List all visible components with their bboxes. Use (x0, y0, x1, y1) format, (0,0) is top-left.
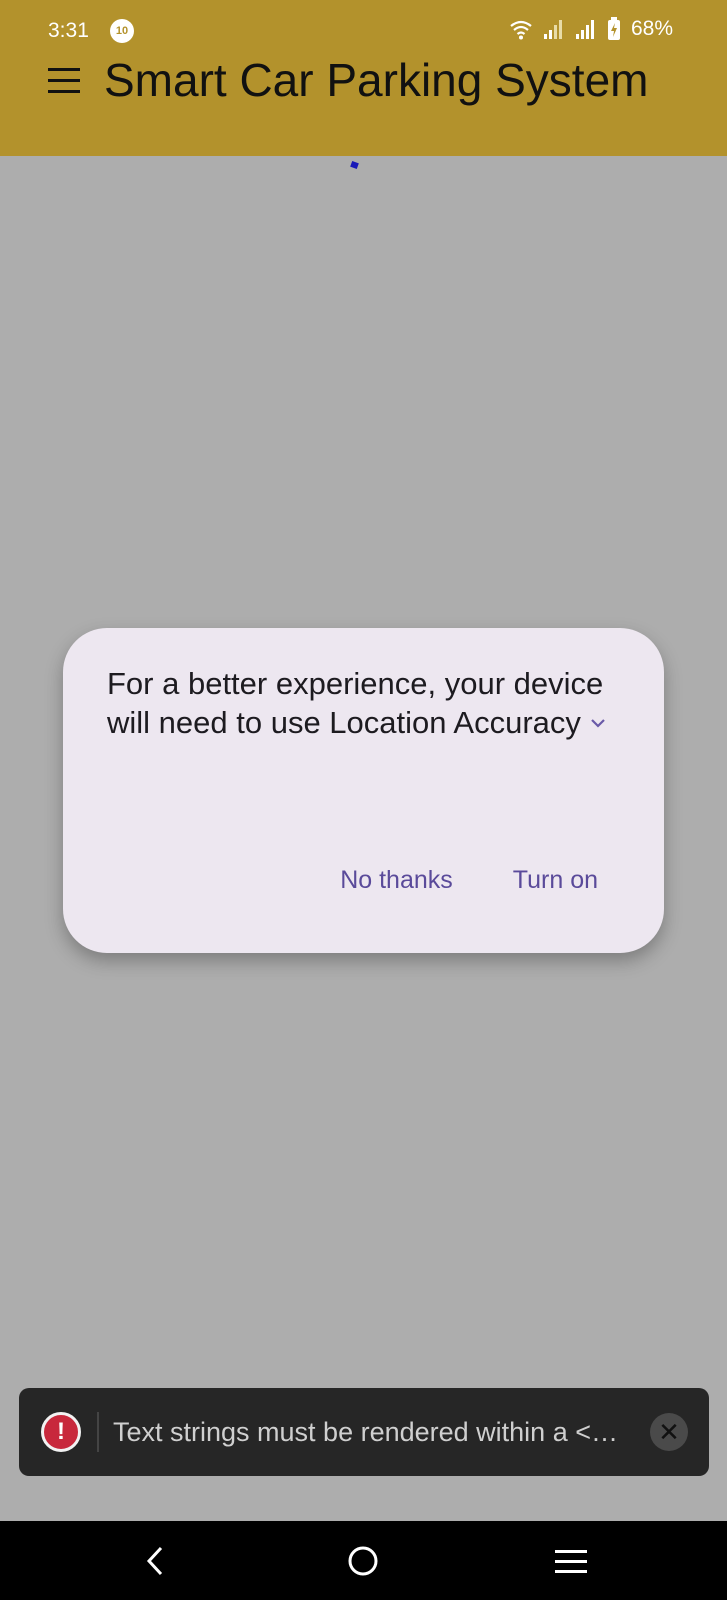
notification-badge-icon: 10 (110, 19, 134, 43)
location-accuracy-dialog: For a better experience, your device wil… (63, 628, 664, 953)
dialog-actions: No thanks Turn on (340, 866, 598, 895)
title-row: Smart Car Parking System (0, 52, 727, 112)
close-icon[interactable]: ✕ (650, 1413, 688, 1451)
chevron-down-icon[interactable] (589, 714, 607, 732)
battery-percent: 68% (630, 17, 673, 40)
error-icon: ! (41, 1412, 81, 1452)
error-toast[interactable]: ! Text strings must be rendered within a… (19, 1388, 709, 1476)
back-icon[interactable] (134, 1539, 178, 1583)
toast-divider (97, 1412, 99, 1452)
navigation-bar (0, 1521, 727, 1600)
no-thanks-button[interactable]: No thanks (340, 866, 453, 895)
status-icons: 68% (509, 17, 673, 41)
loading-indicator (350, 160, 359, 170)
battery-charging-icon (607, 17, 620, 40)
signal-icon (543, 20, 562, 39)
page-title: Smart Car Parking System (104, 54, 649, 106)
app-bar: 3:31 10 68% Smart Car Parking System (0, 0, 727, 156)
recent-apps-icon[interactable] (549, 1539, 593, 1583)
status-bar: 3:31 10 68% (0, 0, 727, 58)
signal-icon-2 (575, 20, 594, 39)
dialog-message[interactable]: For a better experience, your device wil… (107, 664, 627, 742)
toast-message: Text strings must be rendered within a <… (113, 1417, 618, 1447)
home-icon[interactable] (341, 1539, 385, 1583)
status-time: 3:31 (48, 19, 89, 42)
menu-icon[interactable] (48, 64, 82, 96)
wifi-icon (510, 20, 532, 40)
dialog-message-text: For a better experience, your device wil… (107, 666, 604, 740)
turn-on-button[interactable]: Turn on (513, 866, 598, 895)
